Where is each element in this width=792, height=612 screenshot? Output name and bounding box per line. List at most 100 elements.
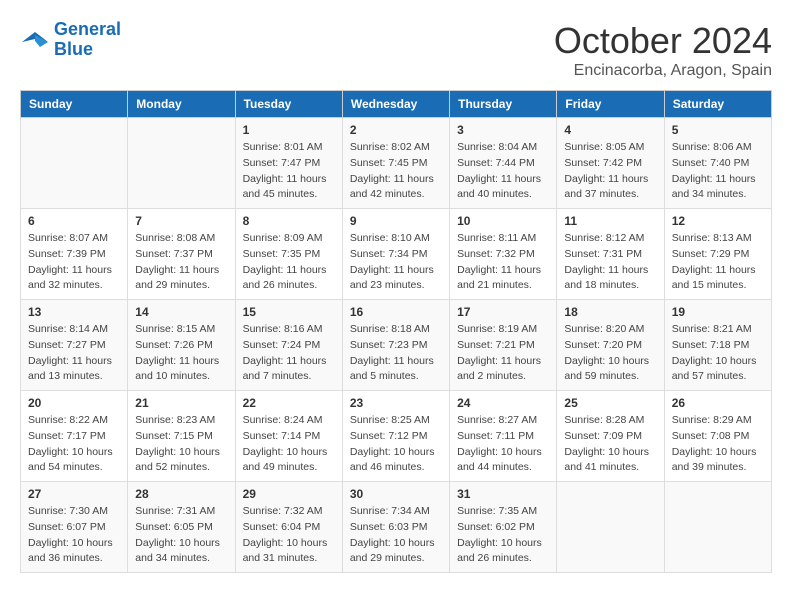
day-number: 14 — [135, 305, 227, 319]
day-detail: Sunrise: 8:29 AM Sunset: 7:08 PM Dayligh… — [672, 413, 764, 476]
day-number: 21 — [135, 396, 227, 410]
header-cell-saturday: Saturday — [664, 91, 771, 118]
day-number: 13 — [28, 305, 120, 319]
calendar-cell: 12 Sunrise: 8:13 AM Sunset: 7:29 PM Dayli… — [664, 209, 771, 300]
day-detail: Sunrise: 7:35 AM Sunset: 6:02 PM Dayligh… — [457, 504, 549, 567]
day-number: 18 — [564, 305, 656, 319]
calendar-cell: 27 Sunrise: 7:30 AM Sunset: 6:07 PM Dayli… — [21, 482, 128, 573]
header-cell-tuesday: Tuesday — [235, 91, 342, 118]
calendar-cell — [21, 118, 128, 209]
calendar-cell: 21 Sunrise: 8:23 AM Sunset: 7:15 PM Dayli… — [128, 391, 235, 482]
calendar-cell: 24 Sunrise: 8:27 AM Sunset: 7:11 PM Dayli… — [450, 391, 557, 482]
day-detail: Sunrise: 8:09 AM Sunset: 7:35 PM Dayligh… — [243, 231, 335, 294]
calendar-cell: 25 Sunrise: 8:28 AM Sunset: 7:09 PM Dayli… — [557, 391, 664, 482]
calendar-cell: 5 Sunrise: 8:06 AM Sunset: 7:40 PM Daylig… — [664, 118, 771, 209]
day-number: 26 — [672, 396, 764, 410]
header-cell-monday: Monday — [128, 91, 235, 118]
day-number: 19 — [672, 305, 764, 319]
calendar-cell: 3 Sunrise: 8:04 AM Sunset: 7:44 PM Daylig… — [450, 118, 557, 209]
day-detail: Sunrise: 8:27 AM Sunset: 7:11 PM Dayligh… — [457, 413, 549, 476]
day-detail: Sunrise: 8:14 AM Sunset: 7:27 PM Dayligh… — [28, 322, 120, 385]
day-detail: Sunrise: 8:23 AM Sunset: 7:15 PM Dayligh… — [135, 413, 227, 476]
calendar-cell: 11 Sunrise: 8:12 AM Sunset: 7:31 PM Dayli… — [557, 209, 664, 300]
day-number: 24 — [457, 396, 549, 410]
logo-line2: Blue — [54, 39, 93, 59]
day-detail: Sunrise: 8:08 AM Sunset: 7:37 PM Dayligh… — [135, 231, 227, 294]
month-title: October 2024 — [554, 20, 772, 62]
calendar-cell: 10 Sunrise: 8:11 AM Sunset: 7:32 PM Dayli… — [450, 209, 557, 300]
day-detail: Sunrise: 8:22 AM Sunset: 7:17 PM Dayligh… — [28, 413, 120, 476]
calendar-cell: 2 Sunrise: 8:02 AM Sunset: 7:45 PM Daylig… — [342, 118, 449, 209]
day-number: 2 — [350, 123, 442, 137]
calendar-cell — [557, 482, 664, 573]
location: Encinacorba, Aragon, Spain — [554, 62, 772, 80]
day-detail: Sunrise: 8:04 AM Sunset: 7:44 PM Dayligh… — [457, 140, 549, 203]
logo-text: General Blue — [54, 20, 121, 60]
day-detail: Sunrise: 7:30 AM Sunset: 6:07 PM Dayligh… — [28, 504, 120, 567]
calendar-row: 27 Sunrise: 7:30 AM Sunset: 6:07 PM Dayli… — [21, 482, 772, 573]
day-detail: Sunrise: 8:15 AM Sunset: 7:26 PM Dayligh… — [135, 322, 227, 385]
day-number: 16 — [350, 305, 442, 319]
calendar-cell: 6Sunrise: 8:07 AM Sunset: 7:39 PM Daylig… — [21, 209, 128, 300]
day-detail: Sunrise: 8:25 AM Sunset: 7:12 PM Dayligh… — [350, 413, 442, 476]
day-detail: Sunrise: 8:21 AM Sunset: 7:18 PM Dayligh… — [672, 322, 764, 385]
day-number: 7 — [135, 214, 227, 228]
page-header: General Blue October 2024 Encinacorba, A… — [20, 20, 772, 80]
day-number: 28 — [135, 487, 227, 501]
calendar-row: 13 Sunrise: 8:14 AM Sunset: 7:27 PM Dayli… — [21, 300, 772, 391]
day-number: 20 — [28, 396, 120, 410]
calendar-cell: 4Sunrise: 8:05 AM Sunset: 7:42 PM Daylig… — [557, 118, 664, 209]
calendar-cell: 13 Sunrise: 8:14 AM Sunset: 7:27 PM Dayli… — [21, 300, 128, 391]
calendar-cell: 18Sunrise: 8:20 AM Sunset: 7:20 PM Dayli… — [557, 300, 664, 391]
day-detail: Sunrise: 7:32 AM Sunset: 6:04 PM Dayligh… — [243, 504, 335, 567]
calendar-cell — [128, 118, 235, 209]
day-number: 17 — [457, 305, 549, 319]
day-number: 10 — [457, 214, 549, 228]
header-row: SundayMondayTuesdayWednesdayThursdayFrid… — [21, 91, 772, 118]
day-number: 11 — [564, 214, 656, 228]
day-detail: Sunrise: 8:11 AM Sunset: 7:32 PM Dayligh… — [457, 231, 549, 294]
calendar-row: 20 Sunrise: 8:22 AM Sunset: 7:17 PM Dayli… — [21, 391, 772, 482]
header-cell-friday: Friday — [557, 91, 664, 118]
logo: General Blue — [20, 20, 121, 60]
calendar-row: 6Sunrise: 8:07 AM Sunset: 7:39 PM Daylig… — [21, 209, 772, 300]
day-detail: Sunrise: 8:02 AM Sunset: 7:45 PM Dayligh… — [350, 140, 442, 203]
calendar-row: 1Sunrise: 8:01 AM Sunset: 7:47 PM Daylig… — [21, 118, 772, 209]
calendar-cell: 15Sunrise: 8:16 AM Sunset: 7:24 PM Dayli… — [235, 300, 342, 391]
day-detail: Sunrise: 7:34 AM Sunset: 6:03 PM Dayligh… — [350, 504, 442, 567]
calendar-header: SundayMondayTuesdayWednesdayThursdayFrid… — [21, 91, 772, 118]
day-detail: Sunrise: 8:12 AM Sunset: 7:31 PM Dayligh… — [564, 231, 656, 294]
day-number: 4 — [564, 123, 656, 137]
calendar-cell — [664, 482, 771, 573]
day-number: 15 — [243, 305, 335, 319]
day-detail: Sunrise: 8:13 AM Sunset: 7:29 PM Dayligh… — [672, 231, 764, 294]
day-number: 27 — [28, 487, 120, 501]
day-number: 8 — [243, 214, 335, 228]
day-number: 30 — [350, 487, 442, 501]
calendar-cell: 17 Sunrise: 8:19 AM Sunset: 7:21 PM Dayli… — [450, 300, 557, 391]
calendar-cell: 1Sunrise: 8:01 AM Sunset: 7:47 PM Daylig… — [235, 118, 342, 209]
day-detail: Sunrise: 8:06 AM Sunset: 7:40 PM Dayligh… — [672, 140, 764, 203]
day-number: 12 — [672, 214, 764, 228]
header-cell-thursday: Thursday — [450, 91, 557, 118]
calendar-body: 1Sunrise: 8:01 AM Sunset: 7:47 PM Daylig… — [21, 118, 772, 573]
calendar-cell: 14 Sunrise: 8:15 AM Sunset: 7:26 PM Dayli… — [128, 300, 235, 391]
day-number: 22 — [243, 396, 335, 410]
header-cell-wednesday: Wednesday — [342, 91, 449, 118]
calendar-cell: 8 Sunrise: 8:09 AM Sunset: 7:35 PM Daylig… — [235, 209, 342, 300]
calendar-cell: 20 Sunrise: 8:22 AM Sunset: 7:17 PM Dayli… — [21, 391, 128, 482]
day-detail: Sunrise: 8:10 AM Sunset: 7:34 PM Dayligh… — [350, 231, 442, 294]
day-detail: Sunrise: 8:28 AM Sunset: 7:09 PM Dayligh… — [564, 413, 656, 476]
day-number: 5 — [672, 123, 764, 137]
day-number: 23 — [350, 396, 442, 410]
day-detail: Sunrise: 8:18 AM Sunset: 7:23 PM Dayligh… — [350, 322, 442, 385]
calendar-cell: 26 Sunrise: 8:29 AM Sunset: 7:08 PM Dayli… — [664, 391, 771, 482]
day-number: 25 — [564, 396, 656, 410]
day-number: 3 — [457, 123, 549, 137]
day-detail: Sunrise: 8:19 AM Sunset: 7:21 PM Dayligh… — [457, 322, 549, 385]
day-detail: Sunrise: 8:24 AM Sunset: 7:14 PM Dayligh… — [243, 413, 335, 476]
day-detail: Sunrise: 8:07 AM Sunset: 7:39 PM Dayligh… — [28, 231, 120, 294]
logo-icon — [20, 27, 50, 52]
title-block: October 2024 Encinacorba, Aragon, Spain — [554, 20, 772, 80]
calendar-cell: 16 Sunrise: 8:18 AM Sunset: 7:23 PM Dayli… — [342, 300, 449, 391]
